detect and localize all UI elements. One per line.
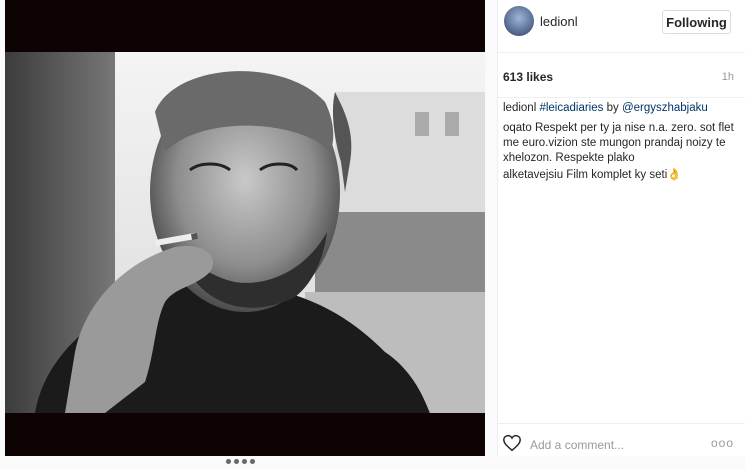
comment-username[interactable]: alketavejsiu — [503, 169, 563, 181]
comment-item: alketavejsiu Film komplet ky seti👌 — [503, 168, 741, 183]
caption-mention[interactable]: @ergyszhabjaku — [622, 102, 708, 114]
comment-item: oqato Respekt per ty ja nise n.a. zero. … — [503, 121, 741, 166]
carousel-dots — [226, 451, 266, 464]
likes-count[interactable]: 613 likes — [503, 70, 553, 84]
comment-username[interactable]: oqato — [503, 122, 532, 134]
following-button[interactable]: Following — [662, 10, 731, 34]
more-options-icon[interactable]: ooo — [711, 436, 734, 450]
post-header: ledionl Following — [498, 0, 745, 53]
comment-text: Respekt per ty ja nise n.a. zero. sot fl… — [503, 122, 734, 164]
comment-footer: Add a comment... ooo — [498, 423, 745, 457]
post-time[interactable]: 1h — [722, 71, 734, 83]
post-stats: 613 likes 1h — [498, 53, 745, 98]
caption-username[interactable]: ledionl — [503, 102, 536, 114]
avatar[interactable] — [504, 6, 534, 36]
post-media — [0, 0, 496, 464]
post-photo[interactable] — [5, 52, 485, 413]
heart-icon[interactable] — [502, 434, 522, 452]
comment-text: Film komplet ky seti👌 — [563, 169, 682, 181]
username[interactable]: ledionl — [540, 14, 578, 29]
caption: ledionl #leicadiaries by @ergyszhabjaku — [503, 101, 741, 116]
caption-by: by — [603, 102, 622, 114]
photo-image — [5, 52, 485, 413]
add-comment-input[interactable]: Add a comment... — [530, 438, 624, 452]
post-sidebar: ledionl Following 613 likes 1h ledionl #… — [497, 0, 745, 456]
caption-hashtag[interactable]: #leicadiaries — [539, 102, 603, 114]
